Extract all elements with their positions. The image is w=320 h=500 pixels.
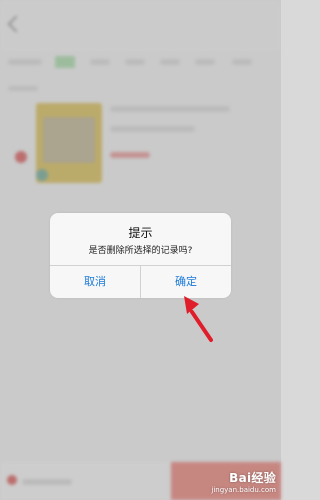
annotation-arrow-icon bbox=[184, 296, 213, 342]
watermark-brand: Bai经验 bbox=[229, 471, 276, 485]
watermark: Bai经验 jingyan.baidu.com bbox=[211, 469, 276, 494]
watermark-url: jingyan.baidu.com bbox=[211, 486, 276, 494]
